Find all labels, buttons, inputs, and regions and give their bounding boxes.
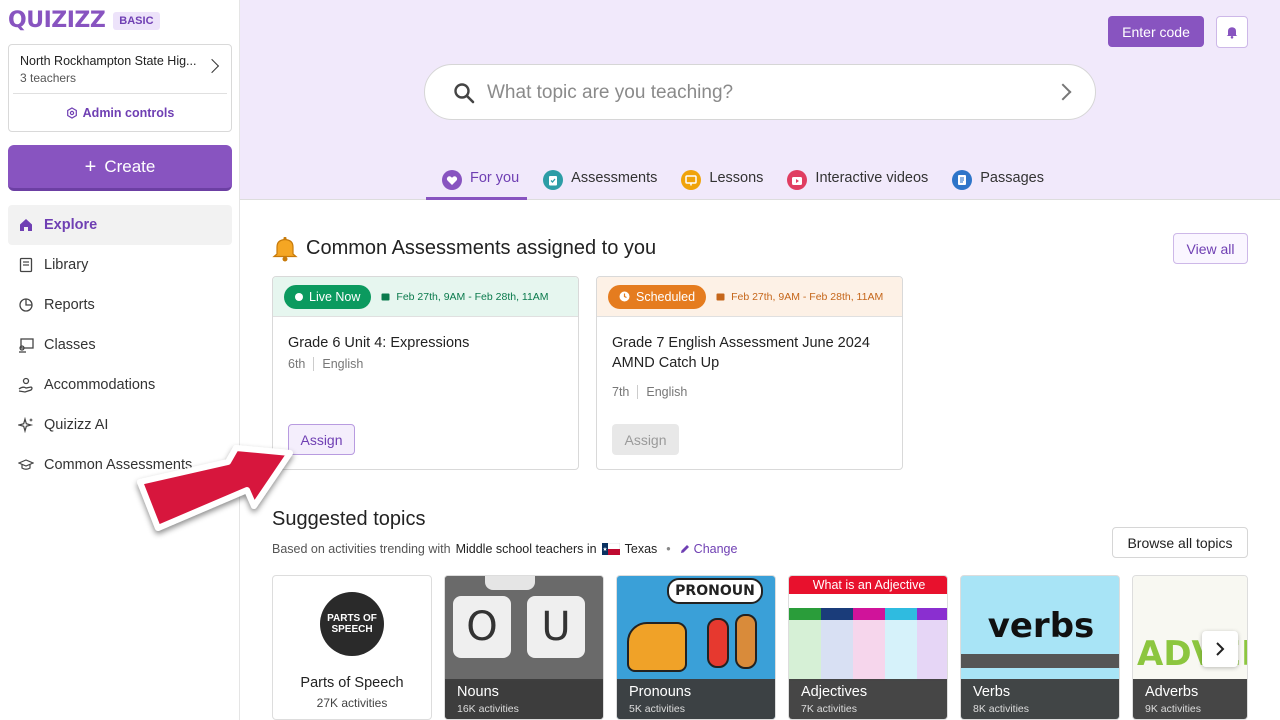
topic-count: 8K activities: [973, 703, 1030, 715]
topic-name: Adjectives: [801, 684, 868, 700]
pronoun-cartoon-image: PRONOUN: [617, 576, 775, 681]
topic-label: Pronouns 5K activities: [617, 679, 775, 719]
section-title-suggested-topics: Suggested topics: [272, 508, 426, 530]
topic-card-parts-of-speech[interactable]: PARTS OF SPEECH Parts of Speech 27K acti…: [272, 575, 432, 720]
letter-tiles-image: O U: [445, 576, 603, 681]
texas-flag-icon: [601, 543, 620, 555]
verbs-image: verbs: [961, 576, 1119, 681]
topic-card-nouns[interactable]: O U Nouns 16K activities: [444, 575, 604, 720]
topic-image-text: PRONOUN: [675, 583, 755, 599]
location-label: Texas: [624, 542, 658, 556]
change-label: Change: [693, 542, 738, 556]
change-location-link[interactable]: Change: [680, 542, 738, 556]
topic-image-text: verbs: [987, 606, 1095, 646]
topic-name: Adverbs: [1145, 684, 1199, 700]
topic-card-verbs[interactable]: verbs Verbs 8K activities: [960, 575, 1120, 720]
topic-name: Pronouns: [629, 684, 692, 700]
audience-label: Middle school teachers in: [455, 542, 597, 556]
browse-all-topics-button[interactable]: Browse all topics: [1112, 527, 1248, 558]
topic-count: 16K activities: [457, 703, 519, 715]
topic-card-adjectives[interactable]: What is an Adjective Adjectives 7K activ…: [788, 575, 948, 720]
topic-label: Adjectives 7K activities: [789, 679, 947, 719]
topic-count: 7K activities: [801, 703, 858, 715]
topic-name: Verbs: [973, 684, 1011, 700]
adjective-chart-image: What is an Adjective: [789, 576, 947, 681]
pencil-icon: [680, 545, 689, 553]
chevron-right-icon: [1216, 642, 1225, 656]
suggestion-context: Based on activities trending with Middle…: [272, 542, 737, 556]
topic-label: Verbs 8K activities: [961, 679, 1119, 719]
topic-count: 9K activities: [1145, 703, 1202, 715]
context-prefix: Based on activities trending with: [272, 542, 451, 556]
topic-card-pronouns[interactable]: PRONOUN Pronouns 5K activities: [616, 575, 776, 720]
topic-name: Parts of Speech: [300, 675, 404, 691]
bullet-separator: •: [666, 542, 671, 556]
topic-label: Adverbs 9K activities: [1133, 679, 1247, 719]
topic-name: Nouns: [457, 684, 499, 700]
carousel-next-button[interactable]: [1202, 631, 1238, 667]
topic-count: 27K activities: [316, 696, 388, 710]
topic-image-text: PARTS OF SPEECH: [327, 613, 377, 635]
topic-label: Nouns 16K activities: [445, 679, 603, 719]
topic-logo: PARTS OF SPEECH: [320, 592, 384, 656]
topic-image-text: What is an Adjective: [812, 578, 926, 592]
topic-count: 5K activities: [629, 703, 686, 715]
